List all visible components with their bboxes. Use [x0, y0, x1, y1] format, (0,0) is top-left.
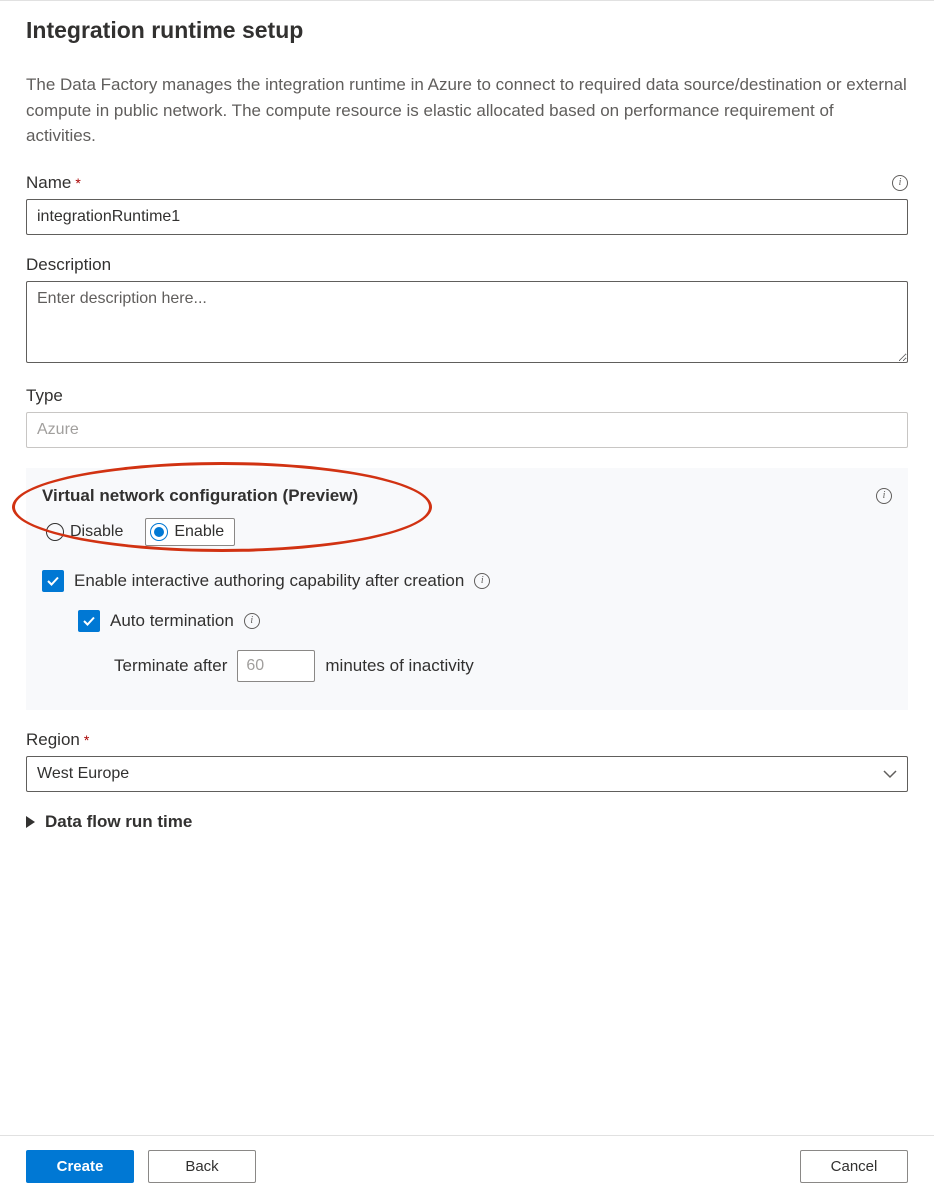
enable-authoring-checkbox[interactable]: [42, 570, 64, 592]
info-icon[interactable]: i: [892, 175, 908, 191]
info-icon[interactable]: i: [474, 573, 490, 589]
info-icon[interactable]: i: [876, 488, 892, 504]
terminate-minutes-input[interactable]: [237, 650, 315, 682]
info-icon[interactable]: i: [244, 613, 260, 629]
chevron-down-icon: [883, 769, 897, 779]
type-input-disabled: Azure: [26, 412, 908, 448]
enable-authoring-row: Enable interactive authoring capability …: [42, 570, 892, 592]
name-label: Name: [26, 173, 71, 192]
dataflow-expand-row[interactable]: Data flow run time: [26, 812, 908, 832]
page-title: Integration runtime setup: [26, 17, 908, 44]
vnet-disable-radio[interactable]: Disable: [42, 518, 133, 546]
auto-termination-checkbox[interactable]: [78, 610, 100, 632]
region-select[interactable]: West Europe: [26, 756, 908, 792]
checkmark-icon: [82, 614, 96, 628]
name-input[interactable]: [26, 199, 908, 235]
name-field-group: Name* i: [26, 173, 908, 235]
terminate-after-row: Terminate after minutes of inactivity: [114, 650, 892, 682]
checkmark-icon: [46, 574, 60, 588]
region-field-group: Region* West Europe: [26, 730, 908, 792]
vnet-title: Virtual network configuration (Preview): [42, 486, 358, 506]
description-field-group: Description: [26, 255, 908, 366]
terminate-after-label: Terminate after: [114, 656, 227, 676]
vnet-enable-radio[interactable]: Enable: [145, 518, 235, 546]
cancel-button[interactable]: Cancel: [800, 1150, 908, 1183]
region-label: Region: [26, 730, 80, 749]
required-asterisk: *: [75, 175, 80, 191]
dataflow-label: Data flow run time: [45, 812, 192, 832]
enable-authoring-label: Enable interactive authoring capability …: [74, 571, 464, 591]
vnet-radio-group: Disable Enable: [42, 518, 892, 546]
auto-termination-row: Auto termination i: [78, 610, 892, 632]
type-field-group: Type Azure: [26, 386, 908, 448]
vnet-panel: Virtual network configuration (Preview) …: [26, 468, 908, 710]
auto-termination-label: Auto termination: [110, 611, 234, 631]
vnet-enable-label: Enable: [174, 523, 224, 541]
create-button[interactable]: Create: [26, 1150, 134, 1183]
description-label: Description: [26, 255, 111, 275]
required-asterisk: *: [84, 732, 89, 748]
description-textarea[interactable]: [26, 281, 908, 363]
type-label: Type: [26, 386, 63, 406]
triangle-right-icon: [26, 816, 35, 828]
region-value: West Europe: [37, 765, 129, 783]
radio-circle-checked-icon: [150, 523, 168, 541]
footer: Create Back Cancel: [0, 1135, 934, 1183]
page-description: The Data Factory manages the integration…: [26, 72, 908, 149]
radio-circle-icon: [46, 523, 64, 541]
minutes-label: minutes of inactivity: [325, 656, 473, 676]
back-button[interactable]: Back: [148, 1150, 256, 1183]
vnet-disable-label: Disable: [70, 523, 123, 541]
